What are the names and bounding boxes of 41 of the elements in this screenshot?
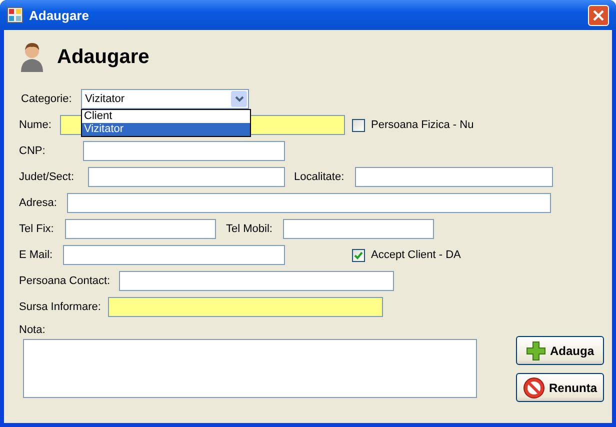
close-button[interactable]: [588, 4, 609, 26]
input-field[interactable]: [283, 219, 434, 239]
checkbox[interactable]: [352, 248, 365, 262]
input-field[interactable]: [67, 193, 551, 213]
input-field[interactable]: [119, 271, 394, 291]
field-label: Localitate:: [294, 171, 346, 183]
notes-field[interactable]: [23, 339, 477, 398]
chevron-down-icon: [234, 96, 244, 102]
field-label: Tel Mobil:: [226, 223, 274, 235]
window-icon: [7, 7, 23, 23]
checkbox-label: Persoana Fizica - Nu: [371, 119, 474, 131]
field-label: Judet/Sect:: [19, 171, 76, 183]
input-field[interactable]: [88, 167, 285, 187]
close-icon: [593, 10, 604, 20]
cancel-button[interactable]: Renunta: [516, 373, 604, 402]
field-label: CNP:: [19, 145, 46, 157]
field-label: Tel Fix:: [19, 223, 55, 235]
dropdown-option[interactable]: Vizitator: [82, 123, 250, 136]
field-label: Sursa Informare:: [19, 301, 102, 313]
checkbox[interactable]: [352, 118, 365, 132]
input-field[interactable]: [355, 167, 553, 187]
dropdown-button[interactable]: [231, 91, 247, 107]
field-label: Nota:: [19, 324, 46, 336]
plus-icon: [526, 340, 546, 360]
field-label: E Mail:: [19, 249, 54, 261]
dropdown-value: Vizitator: [85, 93, 126, 105]
input-field[interactable]: [108, 297, 383, 317]
field-label: Categorie:: [20, 93, 73, 105]
input-field[interactable]: [63, 245, 285, 265]
field-label: Adresa:: [19, 197, 58, 209]
person-icon: [19, 42, 45, 72]
field-label: Persoana Contact:: [19, 275, 112, 287]
field-label: Nume:: [19, 119, 52, 131]
window-title: Adaugare: [29, 8, 90, 22]
dropdown-option[interactable]: Client: [82, 110, 250, 123]
no-entry-icon: [523, 376, 545, 398]
input-field[interactable]: [65, 219, 216, 239]
add-button[interactable]: Adauga: [516, 336, 604, 365]
form-title: Adaugare: [57, 46, 150, 68]
checkbox-label: Accept Client - DA: [371, 249, 461, 261]
input-field[interactable]: [83, 141, 285, 161]
